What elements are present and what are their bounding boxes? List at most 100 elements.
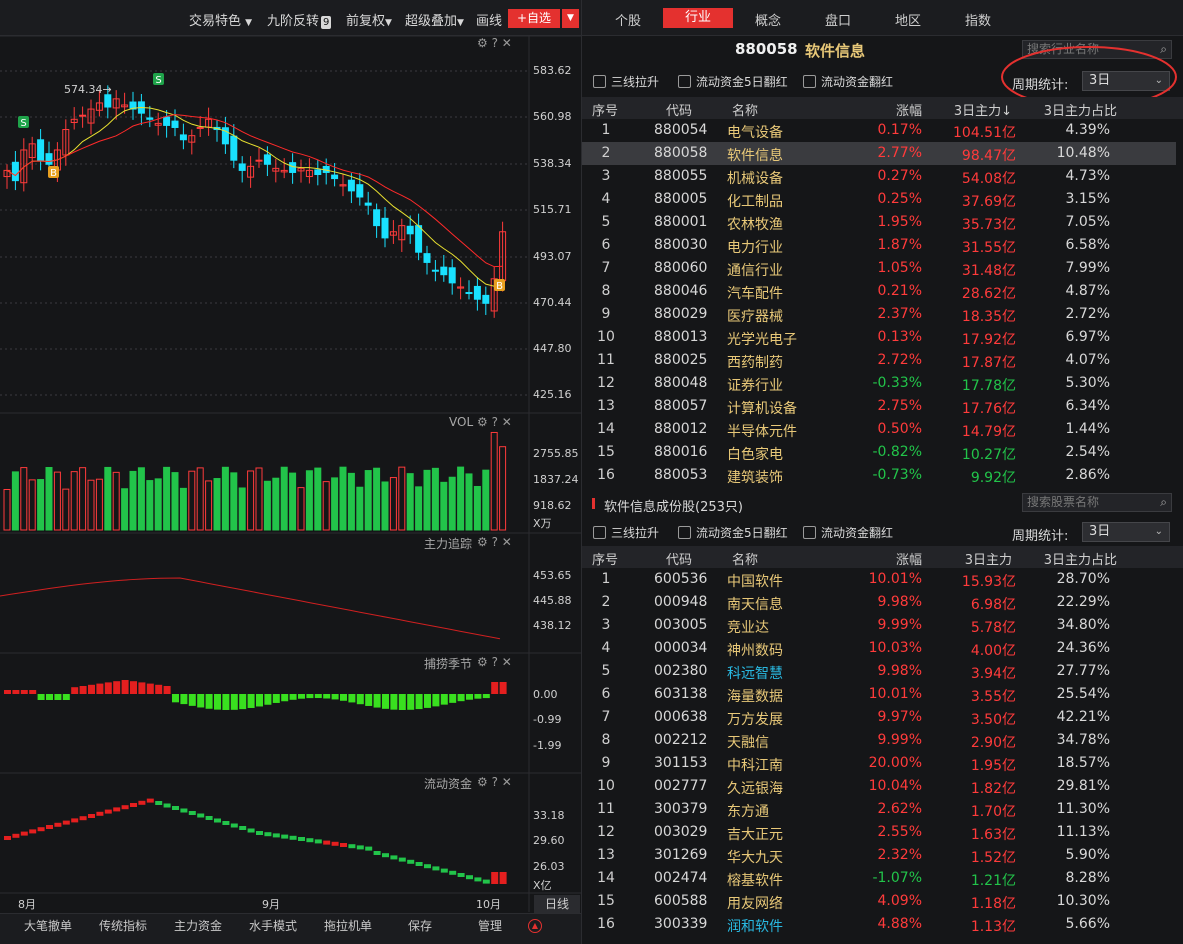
table-row[interactable]: 2 880058 软件信息 2.77% 98.47亿 10.48% — [582, 142, 1176, 165]
table-row[interactable]: 11 300379 东方通 2.62% 1.70亿 11.30% — [582, 798, 1176, 821]
tab-traditional-indicators[interactable]: 传统指标 — [99, 917, 147, 934]
close-icon[interactable]: ✕ — [502, 775, 512, 789]
column-header[interactable]: 序号 — [592, 100, 618, 119]
tab-region[interactable]: 地区 — [895, 10, 921, 29]
column-header[interactable]: 序号 — [592, 549, 618, 568]
tab-stock[interactable]: 个股 — [615, 10, 641, 29]
table-row[interactable]: 4 000034 神州数码 10.03% 4.00亿 24.36% — [582, 637, 1176, 660]
ma-line-red — [6, 114, 503, 268]
table-row[interactable]: 10 880013 光学光电子 0.13% 17.92亿 6.97% — [582, 326, 1176, 349]
table-row[interactable]: 2 000948 南天信息 9.98% 6.98亿 22.29% — [582, 591, 1176, 614]
table-row[interactable]: 15 880016 白色家电 -0.82% 10.27亿 2.54% — [582, 441, 1176, 464]
row-code: 000638 — [654, 709, 708, 725]
tab-orderbook[interactable]: 盘口 — [825, 10, 851, 29]
table-row[interactable]: 9 301153 中科江南 20.00% 1.95亿 18.57% — [582, 752, 1176, 775]
tab-index[interactable]: 指数 — [965, 10, 991, 29]
period-day-button[interactable]: 日线 — [534, 895, 580, 913]
candle — [289, 162, 297, 173]
table-row[interactable]: 1 600536 中国软件 10.01% 15.93亿 28.70% — [582, 568, 1176, 591]
settings-icon[interactable]: ⚙ — [477, 36, 488, 50]
stock-search-input[interactable]: 搜索股票名称 ⌕ — [1022, 493, 1172, 512]
table-row[interactable]: 13 880057 计算机设备 2.75% 17.76亿 6.34% — [582, 395, 1176, 418]
tab-industry[interactable]: 行业 — [663, 8, 734, 28]
column-header[interactable]: 3日主力↓ — [942, 100, 1012, 119]
row-name: 用友网络 — [727, 896, 783, 912]
close-icon[interactable]: ✕ — [502, 415, 512, 429]
trade-special-dropdown[interactable]: 交易特色 ▼ — [189, 10, 252, 29]
overlay-dropdown[interactable]: 超级叠加▼ — [405, 10, 464, 29]
column-header[interactable]: 3日主力 — [942, 549, 1012, 568]
row-index: 10 — [597, 778, 615, 794]
collapse-up-icon[interactable]: ▲ — [528, 919, 542, 933]
add-watchlist-button[interactable]: +自选 — [508, 9, 560, 28]
filter-flow5-red[interactable]: 流动资金5日翻红 — [678, 73, 788, 90]
table-row[interactable]: 6 880030 电力行业 1.87% 31.55亿 6.58% — [582, 234, 1176, 257]
filter-label: 流动资金5日翻红 — [696, 526, 788, 540]
table-row[interactable]: 14 880012 半导体元件 0.50% 14.79亿 1.44% — [582, 418, 1176, 441]
settings-icon[interactable]: ⚙ — [477, 415, 488, 429]
tab-concept[interactable]: 概念 — [755, 10, 781, 29]
filter-three-lines[interactable]: 三线拉升 — [593, 73, 659, 90]
table-row[interactable]: 12 003029 吉大正元 2.55% 1.63亿 11.13% — [582, 821, 1176, 844]
help-icon[interactable]: ? — [492, 535, 498, 549]
table-row[interactable]: 3 003005 竞业达 9.99% 5.78亿 34.80% — [582, 614, 1176, 637]
tab-sailor-mode[interactable]: 水手模式 — [249, 917, 297, 934]
column-header[interactable]: 代码 — [666, 549, 692, 568]
table-row[interactable]: 12 880048 证券行业 -0.33% 17.78亿 5.30% — [582, 372, 1176, 395]
season-label: 捕捞季节 — [424, 657, 473, 671]
table-row[interactable]: 3 880055 机械设备 0.27% 54.08亿 4.73% — [582, 165, 1176, 188]
table-row[interactable]: 7 000638 万方发展 9.97% 3.50亿 42.21% — [582, 706, 1176, 729]
column-header[interactable]: 涨幅 — [852, 100, 922, 119]
table-row[interactable]: 8 880046 汽车配件 0.21% 28.62亿 4.87% — [582, 280, 1176, 303]
table-row[interactable]: 16 880053 建筑装饰 -0.73% 9.92亿 2.86% — [582, 464, 1176, 485]
adjust-dropdown[interactable]: 前复权▼ — [346, 10, 392, 29]
table-row[interactable]: 16 300339 润和软件 4.88% 1.13亿 5.66% — [582, 913, 1176, 935]
tab-big-cancel[interactable]: 大笔撤单 — [24, 917, 72, 934]
column-header[interactable]: 名称 — [732, 549, 758, 568]
help-icon[interactable]: ? — [492, 655, 498, 669]
help-icon[interactable]: ? — [492, 775, 498, 789]
close-icon[interactable]: ✕ — [502, 36, 512, 50]
table-row[interactable]: 14 002474 榕基软件 -1.07% 1.21亿 8.28% — [582, 867, 1176, 890]
period-select[interactable]: 3日 ⌄ — [1082, 522, 1170, 542]
table-row[interactable]: 9 880029 医疗器械 2.37% 18.35亿 2.72% — [582, 303, 1176, 326]
filter-three-lines[interactable]: 三线拉升 — [593, 524, 659, 541]
table-row[interactable]: 5 880001 农林牧渔 1.95% 35.73亿 7.05% — [582, 211, 1176, 234]
table-row[interactable]: 11 880025 西药制药 2.72% 17.87亿 4.07% — [582, 349, 1176, 372]
table-row[interactable]: 10 002777 久远银海 10.04% 1.82亿 29.81% — [582, 775, 1176, 798]
row-index: 6 — [601, 686, 611, 702]
table-row[interactable]: 6 603138 海量数据 10.01% 3.55亿 25.54% — [582, 683, 1176, 706]
season-bar — [180, 694, 188, 705]
table-row[interactable]: 8 002212 天融信 9.99% 2.90亿 34.78% — [582, 729, 1176, 752]
draw-line-button[interactable]: 画线 — [476, 10, 502, 29]
help-icon[interactable]: ? — [492, 36, 498, 50]
column-header[interactable]: 3日主力占比 — [1027, 549, 1117, 568]
flow-step — [365, 846, 373, 851]
tab-tractor-orders[interactable]: 拖拉机单 — [324, 917, 372, 934]
tab-main-funds[interactable]: 主力资金 — [174, 917, 222, 934]
filter-flow-red[interactable]: 流动资金翻红 — [803, 73, 893, 90]
settings-icon[interactable]: ⚙ — [477, 535, 488, 549]
table-row[interactable]: 15 600588 用友网络 4.09% 1.18亿 10.30% — [582, 890, 1176, 913]
table-row[interactable]: 13 301269 华大九天 2.32% 1.52亿 5.90% — [582, 844, 1176, 867]
close-icon[interactable]: ✕ — [502, 535, 512, 549]
tab-save[interactable]: 保存 — [408, 917, 432, 934]
column-header[interactable]: 名称 — [732, 100, 758, 119]
column-header[interactable]: 涨幅 — [852, 549, 922, 568]
trace-panel-icons: ⚙ ? ✕ — [477, 535, 512, 549]
table-row[interactable]: 1 880054 电气设备 0.17% 104.51亿 4.39% — [582, 119, 1176, 142]
table-row[interactable]: 7 880060 通信行业 1.05% 31.48亿 7.99% — [582, 257, 1176, 280]
settings-icon[interactable]: ⚙ — [477, 655, 488, 669]
nine-reversal-button[interactable]: 九阶反转 9 — [267, 10, 332, 29]
close-icon[interactable]: ✕ — [502, 655, 512, 669]
help-icon[interactable]: ? — [492, 415, 498, 429]
settings-icon[interactable]: ⚙ — [477, 775, 488, 789]
filter-flow-red[interactable]: 流动资金翻红 — [803, 524, 893, 541]
filter-flow5-red[interactable]: 流动资金5日翻红 — [678, 524, 788, 541]
table-row[interactable]: 4 880005 化工制品 0.25% 37.69亿 3.15% — [582, 188, 1176, 211]
table-row[interactable]: 5 002380 科远智慧 9.98% 3.94亿 27.77% — [582, 660, 1176, 683]
column-header[interactable]: 代码 — [666, 100, 692, 119]
watchlist-dropdown-button[interactable]: ▼ — [562, 9, 579, 28]
tab-manage[interactable]: 管理 — [478, 917, 502, 934]
column-header[interactable]: 3日主力占比 — [1027, 100, 1117, 119]
